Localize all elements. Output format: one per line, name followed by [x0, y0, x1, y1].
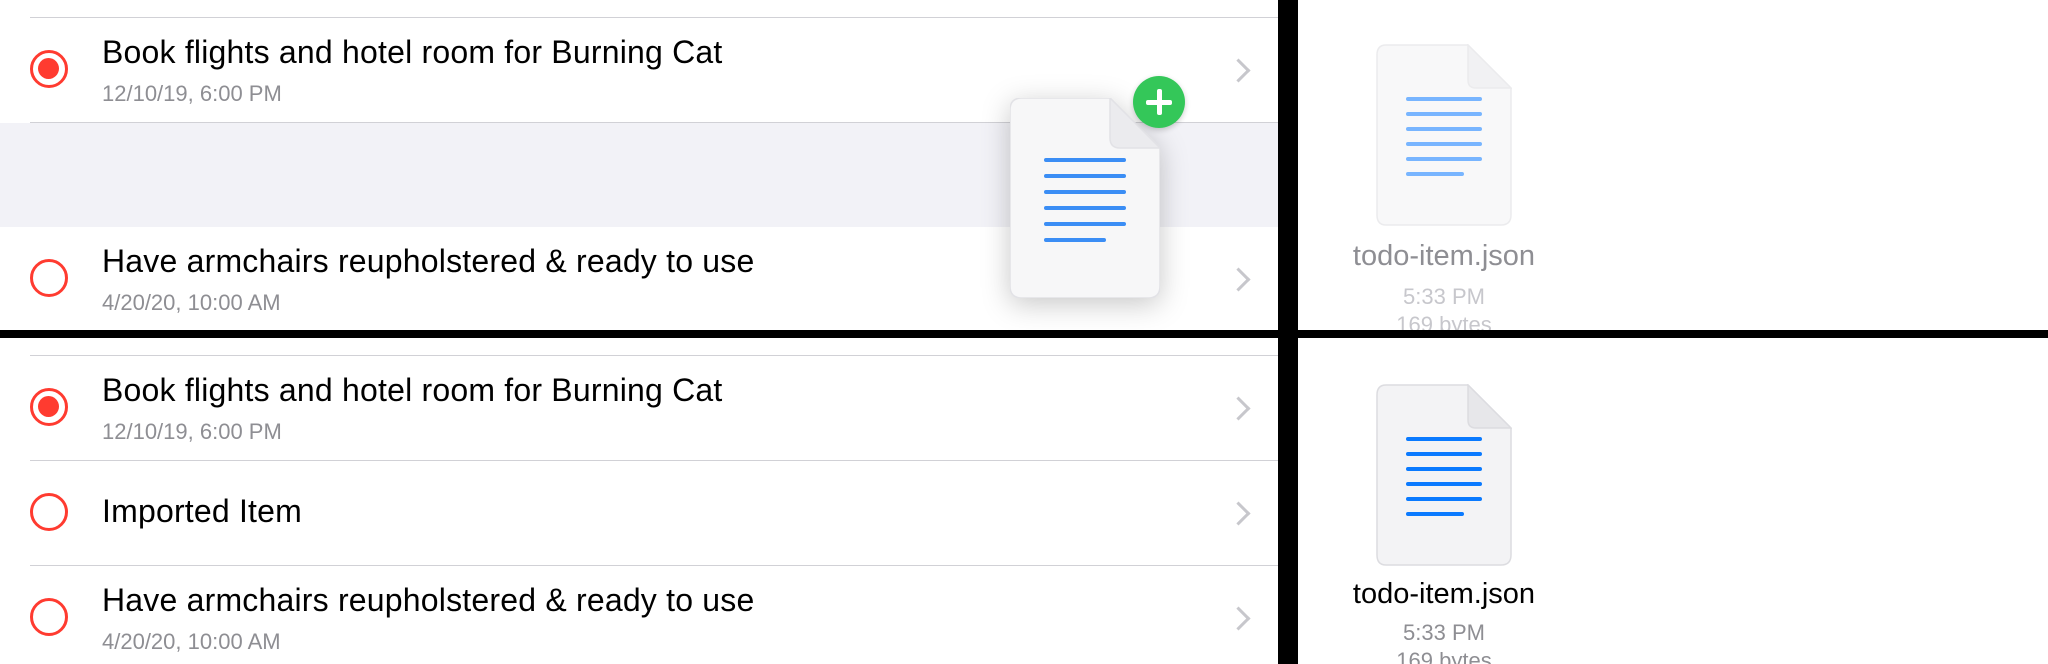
chevron-right-icon [1226, 267, 1251, 292]
json-file-icon[interactable] [1376, 384, 1512, 566]
completed-checkbox-icon[interactable] [30, 388, 68, 426]
todo-title: Have armchairs reupholstered & ready to … [102, 243, 755, 279]
completed-checkbox-icon[interactable] [30, 50, 68, 88]
todo-row[interactable]: Have armchairs reupholstered & ready to … [0, 566, 1278, 664]
dragged-document-icon[interactable] [1010, 98, 1160, 298]
file-time: 5:33 PM [1403, 284, 1485, 309]
todo-title: Book flights and hotel room for Burning … [102, 372, 723, 408]
file-size: 169 bytes [1396, 312, 1492, 330]
file-name: todo-item.json [1352, 240, 1536, 272]
chevron-right-icon [1226, 396, 1251, 421]
todo-list-pane-top: Book flights and hotel room for Burning … [0, 0, 1278, 330]
file-size: 169 bytes [1396, 648, 1492, 664]
files-pane-bottom: todo-item.json 5:33 PM 169 bytes [1298, 338, 2048, 664]
json-file-icon[interactable] [1376, 44, 1512, 226]
incomplete-checkbox-icon[interactable] [30, 259, 68, 297]
file-name: todo-item.json [1352, 578, 1536, 610]
chevron-right-icon [1226, 501, 1251, 526]
file-time: 5:33 PM [1403, 620, 1485, 645]
todo-row[interactable]: Book flights and hotel room for Burning … [0, 356, 1278, 460]
todo-row[interactable]: Imported Item [0, 461, 1278, 565]
todo-due-date: 12/10/19, 6:00 PM [102, 81, 282, 106]
todo-title: Imported Item [102, 493, 303, 529]
todo-list-pane-bottom: Book flights and hotel room for Burning … [0, 338, 1278, 664]
todo-due-date: 4/20/20, 10:00 AM [102, 629, 281, 654]
incomplete-checkbox-icon[interactable] [30, 598, 68, 636]
files-pane-top: todo-item.json 5:33 PM 169 bytes [1298, 0, 2048, 330]
chevron-right-icon [1226, 606, 1251, 631]
plus-circle-icon [1133, 76, 1185, 128]
todo-title: Book flights and hotel room for Burning … [102, 34, 723, 70]
todo-title: Have armchairs reupholstered & ready to … [102, 582, 755, 618]
todo-due-date: 4/20/20, 10:00 AM [102, 290, 281, 315]
todo-due-date: 12/10/19, 6:00 PM [102, 419, 282, 444]
chevron-right-icon [1226, 58, 1251, 83]
incomplete-checkbox-icon[interactable] [30, 493, 68, 531]
